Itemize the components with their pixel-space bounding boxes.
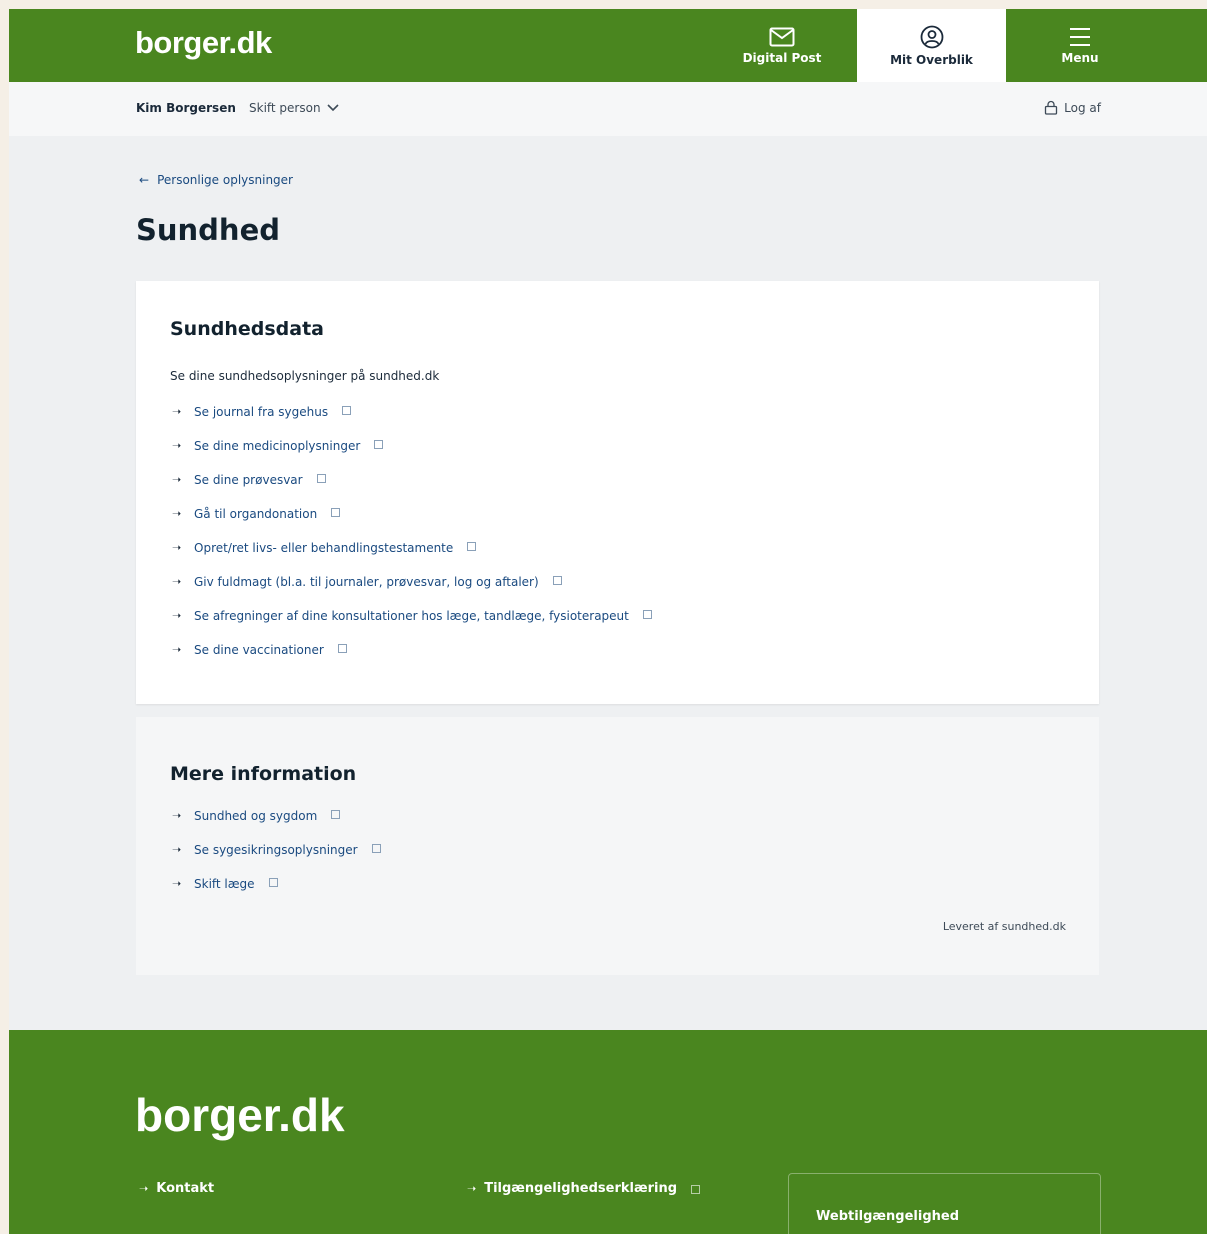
link-skift-laege[interactable]: ➝ Skift læge (172, 877, 381, 911)
external-link-icon (316, 474, 326, 483)
logout-label: Log af (1064, 100, 1101, 115)
link-label: Se dine medicinoplysninger (194, 439, 361, 453)
mit-overblik-button[interactable]: Mit Overblik (857, 9, 1006, 82)
link-sygesikring[interactable]: ➝ Se sygesikringsoplysninger (172, 843, 381, 877)
user-bar: Kim Borgersen Skift person Log af (9, 82, 1207, 136)
sundhedsdata-card: Sundhedsdata Se dine sundhedsoplysninger… (136, 281, 1099, 704)
sundhedsdata-intro: Se dine sundhedsoplysninger på sundhed.d… (170, 369, 440, 383)
link-organdonation[interactable]: ➝ Gå til organdonation (172, 507, 652, 541)
arrow-right-icon: ➝ (172, 507, 182, 520)
external-link-icon (552, 576, 562, 585)
arrow-right-icon: ➝ (139, 1182, 149, 1195)
back-link-label: Personlige oplysninger (157, 173, 293, 187)
link-label: Opret/ret livs- eller behandlingstestame… (194, 541, 454, 555)
borger-logo[interactable]: borger.dk (135, 25, 272, 61)
footer-logo[interactable]: borger.dk (135, 1088, 345, 1142)
page-title: Sundhed (136, 213, 281, 247)
lock-icon (1045, 100, 1058, 115)
digital-post-label: Digital Post (742, 50, 822, 65)
sundhedsdata-links: ➝ Se journal fra sygehus ➝ Se dine medicin… (172, 405, 652, 677)
back-link[interactable]: ← Personlige oplysninger (139, 173, 293, 187)
link-label: Se dine vaccinationer (194, 643, 324, 657)
arrow-left-icon: ← (139, 173, 150, 187)
link-label: Sundhed og sygdom (194, 809, 318, 823)
link-label: Se sygesikringsoplysninger (194, 843, 358, 857)
footer-link-label: Kontakt (156, 1181, 215, 1196)
site-footer: borger.dk ➝ Kontakt ➝ Tilgængelighedserk… (9, 1030, 1207, 1234)
mere-information-links: ➝ Sundhed og sygdom ➝ Se sygesikringsoplys… (172, 809, 381, 911)
envelope-icon (769, 27, 795, 46)
sundhedsdata-title: Sundhedsdata (170, 318, 324, 340)
arrow-right-icon: ➝ (172, 843, 182, 856)
external-link-icon (374, 440, 384, 449)
digital-post-button[interactable]: Digital Post (731, 9, 833, 82)
external-link-icon (268, 878, 278, 887)
webtilgaengelighed-box[interactable]: Webtilgængelighed (788, 1173, 1101, 1234)
link-label: Se journal fra sygehus (194, 405, 329, 419)
chevron-down-icon (327, 104, 339, 112)
arrow-right-icon: ➝ (172, 575, 182, 588)
external-link-icon (342, 406, 352, 415)
link-medicin[interactable]: ➝ Se dine medicinoplysninger (172, 439, 652, 473)
arrow-right-icon: ➝ (172, 643, 182, 656)
link-label: Se dine prøvesvar (194, 473, 303, 487)
external-link-icon (642, 610, 652, 619)
switch-person-label: Skift person (249, 101, 321, 115)
link-fuldmagt[interactable]: ➝ Giv fuldmagt (bl.a. til journaler, prøv… (172, 575, 652, 609)
external-link-icon (331, 810, 341, 819)
link-label: Gå til organdonation (194, 507, 318, 521)
arrow-right-icon: ➝ (172, 609, 182, 622)
mere-information-card: Mere information ➝ Sundhed og sygdom ➝ Se … (136, 717, 1099, 975)
footer-link-kontakt[interactable]: ➝ Kontakt (139, 1181, 214, 1196)
user-circle-icon (920, 25, 943, 48)
menu-label: Menu (1061, 50, 1099, 65)
link-label: Se afregninger af dine konsultationer ho… (194, 609, 629, 623)
menu-button[interactable]: Menu (1029, 9, 1131, 82)
external-link-icon (691, 1185, 701, 1194)
arrow-right-icon: ➝ (172, 473, 182, 486)
webtilgaengelighed-title: Webtilgængelighed (816, 1209, 960, 1224)
external-link-icon (337, 644, 347, 653)
page-frame: borger.dk Digital Post Mit Overblik Menu (9, 9, 1207, 1234)
arrow-right-icon: ➝ (172, 541, 182, 554)
arrow-right-icon: ➝ (172, 405, 182, 418)
footer-link-tilgaengelighed[interactable]: ➝ Tilgængelighedserklæring (467, 1181, 701, 1196)
mit-overblik-label: Mit Overblik (890, 52, 973, 67)
footer-link-label: Tilgængelighedserklæring (484, 1181, 678, 1196)
provided-by-note: Leveret af sundhed.dk (942, 920, 1066, 933)
user-name: Kim Borgersen (136, 101, 236, 115)
link-label: Giv fuldmagt (bl.a. til journaler, prøve… (194, 575, 539, 589)
link-afregninger[interactable]: ➝ Se afregninger af dine konsultationer h… (172, 609, 652, 643)
link-sundhed-sygdom[interactable]: ➝ Sundhed og sygdom (172, 809, 381, 843)
logout-link[interactable]: Log af (1044, 100, 1101, 115)
hamburger-icon (1070, 27, 1090, 46)
top-header: borger.dk Digital Post Mit Overblik Menu (9, 9, 1207, 82)
mere-information-title: Mere information (170, 763, 357, 785)
switch-person-dropdown[interactable]: Skift person (249, 101, 339, 115)
link-journal[interactable]: ➝ Se journal fra sygehus (172, 405, 652, 439)
arrow-right-icon: ➝ (467, 1182, 477, 1195)
link-testamente[interactable]: ➝ Opret/ret livs- eller behandlingstestam… (172, 541, 652, 575)
external-link-icon (371, 844, 381, 853)
link-proevesvar[interactable]: ➝ Se dine prøvesvar (172, 473, 652, 507)
external-link-icon (467, 542, 477, 551)
link-vaccinationer[interactable]: ➝ Se dine vaccinationer (172, 643, 652, 677)
arrow-right-icon: ➝ (172, 439, 182, 452)
external-link-icon (331, 508, 341, 517)
arrow-right-icon: ➝ (172, 809, 182, 822)
link-label: Skift læge (194, 877, 255, 891)
arrow-right-icon: ➝ (172, 877, 182, 890)
